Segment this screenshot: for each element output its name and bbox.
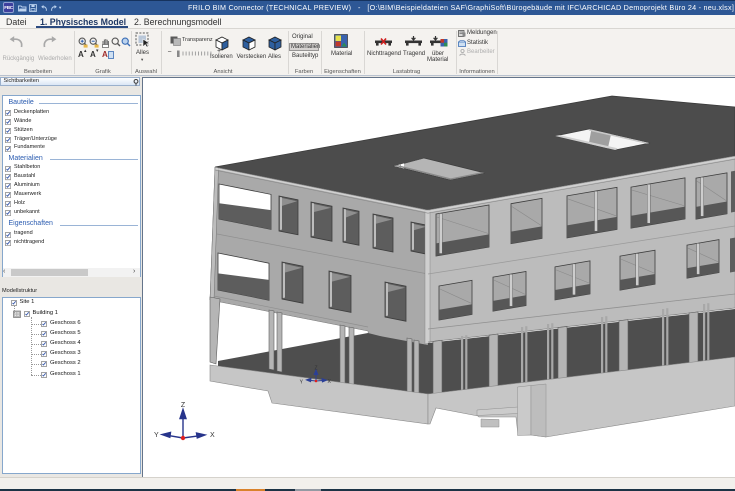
svg-text:Z: Z: [314, 366, 317, 372]
svg-text:Y: Y: [154, 432, 159, 439]
svg-text:Z: Z: [181, 402, 186, 409]
svg-text:X: X: [210, 432, 215, 439]
